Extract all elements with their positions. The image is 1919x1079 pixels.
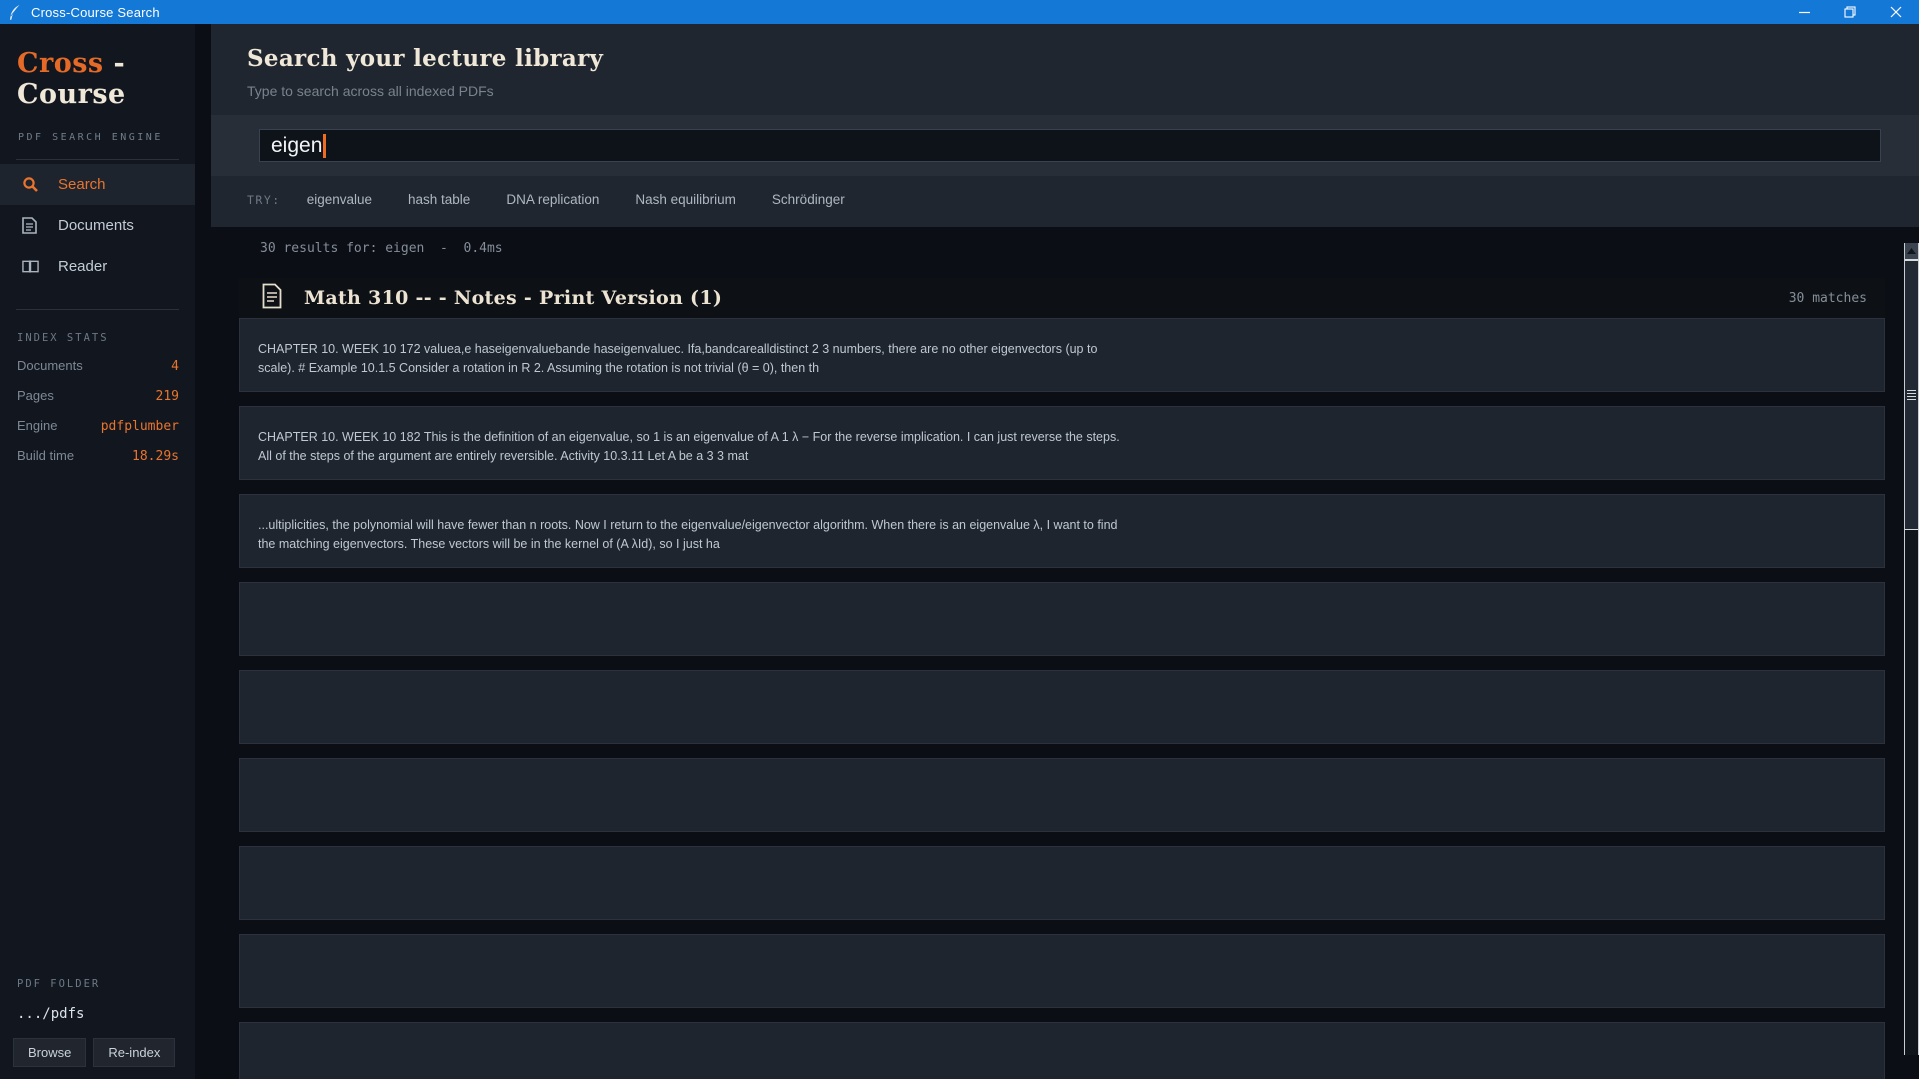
search-icon (22, 176, 39, 193)
main-area: Search your lecture library Type to sear… (195, 24, 1919, 1079)
results-list: Math 310 -- - Notes - Print Version (1) … (239, 278, 1885, 1079)
sidebar-item-search[interactable]: Search (0, 164, 195, 205)
stat-value: pdfplumber (100, 419, 179, 434)
app-window: Cross-Course Search Cross -Course PDF SE… (0, 0, 1919, 1079)
app-tagline: PDF SEARCH ENGINE (18, 132, 163, 143)
result-snippet-empty[interactable] (239, 670, 1885, 744)
suggestion-nash-equilibrium[interactable]: Nash equilibrium (635, 192, 736, 207)
app-logo: Cross -Course (17, 48, 126, 110)
stat-value: 4 (171, 359, 179, 374)
search-query-text: eigen (271, 133, 323, 157)
search-input[interactable]: eigen (259, 129, 1881, 162)
snippet-text: CHAPTER 10. WEEK 10 182 This is the defi… (258, 430, 1120, 464)
window-title: Cross-Course Search (31, 4, 160, 20)
title-bar: Cross-Course Search (0, 0, 1919, 24)
result-snippet-empty[interactable] (239, 934, 1885, 1008)
suggestion-schrodinger[interactable]: Schrödinger (772, 192, 845, 207)
feather-app-icon (8, 4, 22, 20)
book-icon (22, 258, 39, 275)
pdf-folder-heading: PDF FOLDER (17, 978, 101, 990)
stat-row-engine: Engine pdfplumber (0, 418, 195, 434)
sidebar-item-label: Documents (58, 217, 134, 234)
search-band: eigen (211, 115, 1919, 176)
snippet-text: CHAPTER 10. WEEK 10 172 valuea,e haseige… (258, 342, 1098, 376)
minimize-button[interactable] (1781, 0, 1827, 24)
results-status: 30 results for: eigen - 0.4ms (260, 241, 503, 256)
sidebar-divider (16, 309, 179, 310)
result-snippet-empty[interactable] (239, 1022, 1885, 1079)
stat-label: Build time (17, 448, 75, 463)
text-caret (323, 133, 327, 158)
stat-value: 18.29s (132, 449, 179, 464)
sidebar-item-reader[interactable]: Reader (0, 246, 195, 287)
scrollbar-grip (1907, 388, 1916, 402)
sidebar-item-label: Search (58, 176, 106, 193)
stat-row-documents: Documents 4 (0, 358, 195, 374)
result-snippet-empty[interactable] (239, 582, 1885, 656)
stat-row-pages: Pages 219 (0, 388, 195, 404)
sidebar-divider (16, 159, 179, 160)
result-doc-icon (262, 283, 282, 314)
try-label: TRY: (247, 192, 281, 207)
match-count: 30 matches (1788, 290, 1867, 306)
snippet-text: ...ultiplicities, the polynomial will ha… (258, 518, 1118, 552)
stat-label: Documents (17, 358, 83, 373)
suggestion-dna-replication[interactable]: DNA replication (506, 192, 599, 207)
scroll-up-button[interactable] (1905, 243, 1918, 260)
stat-label: Engine (17, 418, 58, 433)
index-stats-heading: INDEX STATS (17, 332, 109, 344)
suggestion-eigenvalue[interactable]: eigenvalue (307, 192, 372, 207)
vertical-scrollbar[interactable] (1904, 243, 1919, 1055)
reindex-button[interactable]: Re-index (93, 1038, 176, 1067)
sidebar: Cross -Course PDF SEARCH ENGINE Search D… (0, 24, 195, 1079)
stat-label: Pages (17, 388, 54, 403)
result-group-header[interactable]: Math 310 -- - Notes - Print Version (1) … (239, 278, 1885, 318)
page-title: Search your lecture library (247, 45, 604, 72)
stat-row-build-time: Build time 18.29s (0, 448, 195, 464)
restore-button[interactable] (1827, 0, 1873, 24)
sidebar-item-label: Reader (58, 258, 108, 275)
result-snippet[interactable]: ...ultiplicities, the polynomial will ha… (239, 494, 1885, 568)
scrollbar-thumb[interactable] (1905, 260, 1918, 530)
stat-value: 219 (155, 389, 179, 404)
result-snippet[interactable]: CHAPTER 10. WEEK 10 182 This is the defi… (239, 406, 1885, 480)
close-button[interactable] (1873, 0, 1919, 24)
result-snippet-empty[interactable] (239, 758, 1885, 832)
search-header: Search your lecture library Type to sear… (211, 24, 1919, 227)
result-doc-title: Math 310 -- - Notes - Print Version (1) (304, 287, 723, 309)
document-icon (22, 217, 39, 234)
suggestion-hash-table[interactable]: hash table (408, 192, 470, 207)
page-subtitle: Type to search across all indexed PDFs (247, 83, 494, 99)
suggestions-row: TRY: eigenvalue hash table DNA replicati… (211, 176, 1919, 227)
pdf-folder-path: .../pdfs (17, 1006, 85, 1022)
result-snippet-empty[interactable] (239, 846, 1885, 920)
sidebar-item-documents[interactable]: Documents (0, 205, 195, 246)
result-snippet[interactable]: CHAPTER 10. WEEK 10 172 valuea,e haseige… (239, 318, 1885, 392)
browse-button[interactable]: Browse (13, 1038, 87, 1067)
